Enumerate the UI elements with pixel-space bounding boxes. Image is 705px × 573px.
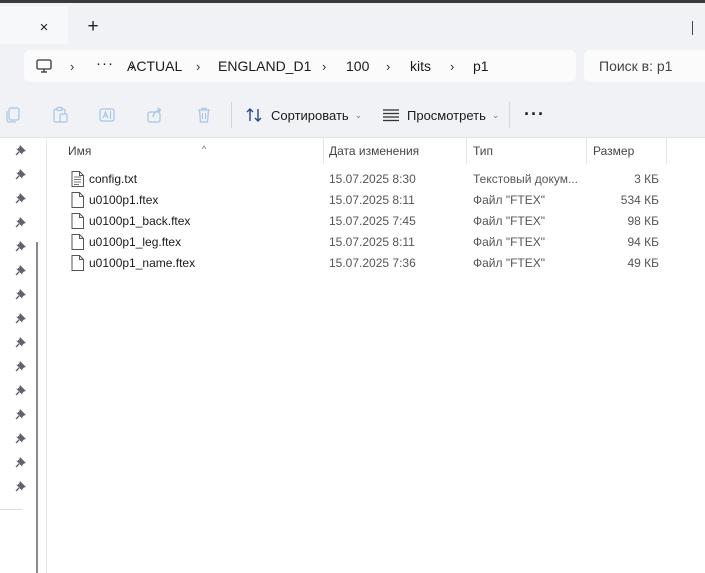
file-type: Текстовый докум...: [473, 172, 578, 186]
breadcrumb-chevron-icon[interactable]: ›: [322, 59, 326, 74]
pin-icon[interactable]: [15, 168, 27, 180]
new-tab-button[interactable]: +: [84, 17, 102, 36]
file-date-modified: 15.07.2025 8:11: [329, 235, 415, 249]
breadcrumb-item-100[interactable]: 100: [346, 58, 369, 74]
file-size: 94 КБ: [627, 235, 659, 249]
file-date-modified: 15.07.2025 8:30: [329, 172, 416, 186]
breadcrumb-item-actual[interactable]: ACTUAL: [127, 58, 182, 74]
view-button[interactable]: Просмотреть ⌄: [382, 104, 499, 126]
breadcrumb-item-p1[interactable]: p1: [473, 58, 489, 74]
pin-icon[interactable]: [15, 456, 27, 468]
pin-icon[interactable]: [15, 288, 27, 300]
file-icon: [71, 255, 84, 271]
text-file-icon: [71, 171, 84, 187]
pin-icon[interactable]: [15, 192, 27, 204]
file-date-modified: 15.07.2025 7:45: [329, 214, 416, 228]
file-name: u0100p1.ftex: [89, 193, 159, 207]
file-row[interactable]: u0100p1_name.ftex 15.07.2025 7:36 Файл "FT…: [47, 253, 705, 274]
file-size: 98 КБ: [627, 214, 659, 228]
chevron-down-icon: ⌄: [354, 109, 363, 120]
breadcrumb-chevron-icon[interactable]: ›: [450, 59, 454, 74]
nav-divider: [0, 509, 22, 510]
pin-icon[interactable]: [15, 216, 27, 228]
file-row[interactable]: u0100p1.ftex 15.07.2025 8:11 Файл "FTEX" 53…: [47, 190, 705, 211]
pin-icon[interactable]: [15, 432, 27, 444]
file-name: u0100p1_name.ftex: [89, 256, 196, 270]
this-pc-icon[interactable]: [36, 59, 52, 73]
pin-icon[interactable]: [15, 360, 27, 372]
column-date-label: Дата изменения: [329, 144, 420, 158]
file-date-modified: 15.07.2025 7:36: [329, 256, 416, 270]
breadcrumb-chevron-icon[interactable]: ›: [70, 59, 74, 74]
pin-icon[interactable]: [15, 336, 27, 348]
file-date-modified: 15.07.2025 8:11: [329, 193, 415, 207]
share-icon[interactable]: [146, 106, 164, 124]
file-size: 49 КБ: [627, 256, 659, 270]
file-type: Файл "FTEX": [473, 214, 546, 228]
column-header-date[interactable]: Дата изменения: [323, 142, 465, 168]
pin-icon[interactable]: [15, 240, 27, 252]
column-header-size[interactable]: Размер: [587, 142, 666, 168]
file-icon: [71, 234, 84, 250]
view-icon: [383, 109, 399, 122]
toolbar-divider: [231, 102, 232, 128]
copy-icon[interactable]: [4, 106, 22, 124]
active-tab[interactable]: ×: [0, 6, 68, 47]
file-type: Файл "FTEX": [473, 256, 546, 270]
column-header-name[interactable]: Имя ^: [62, 142, 325, 168]
breadcrumb-item-kits[interactable]: kits: [410, 58, 431, 74]
file-name: u0100p1_back.ftex: [89, 214, 191, 228]
sort-icon: [246, 108, 262, 122]
paste-icon[interactable]: [51, 106, 69, 124]
toolbar-divider: [509, 102, 510, 128]
pin-icon[interactable]: [15, 144, 27, 156]
file-name: config.txt: [89, 172, 138, 186]
file-size: 3 КБ: [634, 172, 659, 186]
tab-strip: × +: [0, 0, 705, 47]
address-area: › ··· › ACTUAL › ENGLAND_D1 › 100 › kits…: [0, 44, 705, 92]
search-input[interactable]: Поиск в: p1: [584, 50, 705, 82]
file-row[interactable]: config.txt 15.07.2025 8:30 Текстовый докум…: [47, 169, 705, 190]
sort-ascending-icon: ^: [202, 144, 207, 154]
file-type: Файл "FTEX": [473, 193, 546, 207]
sort-label: Сортировать: [271, 107, 349, 123]
pin-icon[interactable]: [15, 480, 27, 492]
file-name: u0100p1_leg.ftex: [89, 235, 182, 249]
more-options-button[interactable]: ···: [524, 104, 545, 125]
breadcrumb-chevron-icon[interactable]: ›: [386, 59, 390, 74]
delete-icon[interactable]: [195, 106, 213, 124]
breadcrumb[interactable]: › ··· › ACTUAL › ENGLAND_D1 › 100 › kits…: [24, 50, 576, 82]
chevron-down-icon: ⌄: [491, 109, 500, 120]
pin-icon[interactable]: [15, 408, 27, 420]
file-size: 534 КБ: [620, 193, 659, 207]
file-list: Имя ^ Дата изменения Тип Размер config.t…: [47, 138, 705, 573]
column-separator[interactable]: [666, 138, 667, 164]
file-row[interactable]: u0100p1_back.ftex 15.07.2025 7:45 Файл "FT…: [47, 211, 705, 232]
pin-icon[interactable]: [15, 312, 27, 324]
breadcrumb-overflow-button[interactable]: ···: [96, 55, 114, 72]
breadcrumb-chevron-icon[interactable]: ›: [196, 59, 200, 74]
file-icon: [71, 213, 84, 229]
breadcrumb-item-england-d1[interactable]: ENGLAND_D1: [218, 58, 311, 74]
view-label: Просмотреть: [407, 107, 486, 123]
close-tab-icon[interactable]: ×: [36, 20, 52, 36]
navigation-pane: [0, 138, 40, 573]
column-type-label: Тип: [473, 144, 494, 158]
search-placeholder: Поиск в: p1: [599, 58, 673, 74]
file-type: Файл "FTEX": [473, 235, 546, 249]
nav-scrollbar[interactable]: [36, 242, 38, 573]
column-name-label: Имя: [68, 144, 92, 158]
pin-icon[interactable]: [15, 264, 27, 276]
pin-icon[interactable]: [15, 384, 27, 396]
column-header-type[interactable]: Тип: [467, 142, 585, 168]
window-edge-divider: [692, 21, 693, 35]
command-bar: Сортировать ⌄ Просмотреть ⌄ ···: [0, 92, 705, 138]
rename-icon[interactable]: [98, 106, 116, 124]
file-row[interactable]: u0100p1_leg.ftex 15.07.2025 8:11 Файл "FTE…: [47, 232, 705, 253]
column-size-label: Размер: [593, 144, 635, 158]
file-icon: [71, 192, 84, 208]
sort-button[interactable]: Сортировать ⌄: [246, 104, 362, 126]
